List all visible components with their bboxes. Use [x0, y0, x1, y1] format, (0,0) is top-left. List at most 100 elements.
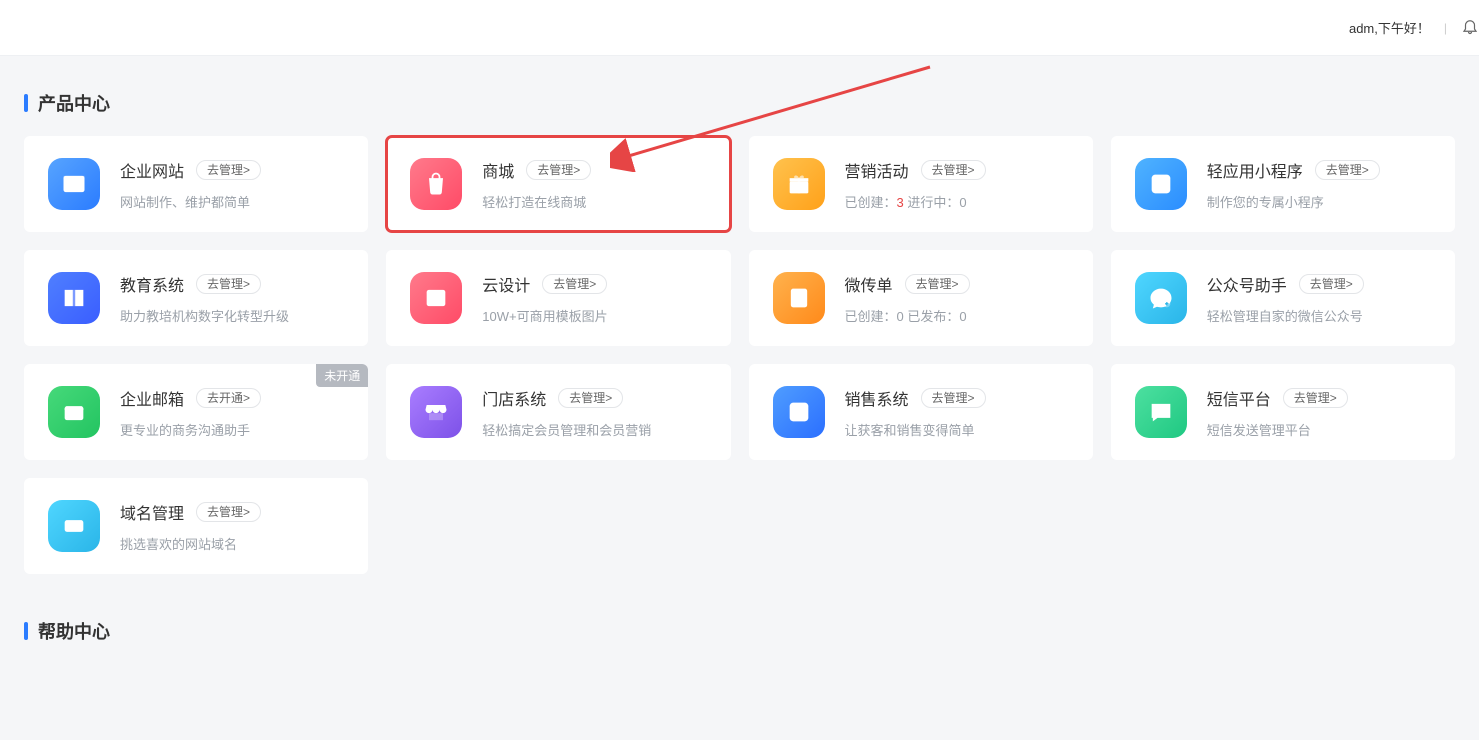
main-content: 产品中心 企业网站 去管理> 网站制作、维护都简单 商城	[0, 56, 1479, 644]
section-title-label: 帮助中心	[38, 618, 110, 644]
card-head: 微传单 去管理>	[845, 272, 1069, 296]
website-icon	[48, 158, 100, 210]
wechat-icon	[1135, 272, 1187, 324]
card-domain-management[interactable]: w.= 域名管理 去管理> 挑选喜欢的网站域名	[24, 478, 368, 574]
card-body: 轻应用小程序 去管理> 制作您的专属小程序	[1207, 158, 1431, 211]
inprogress-label: 进行中：	[904, 195, 960, 210]
card-body: 门店系统 去管理> 轻松搞定会员管理和会员营销	[482, 386, 706, 439]
card-desc: 更专业的商务沟通助手	[120, 420, 344, 439]
card-cloud-design[interactable]: 云设计 去管理> 10W+可商用模板图片	[386, 250, 730, 346]
published-label: 已发布：	[904, 309, 960, 324]
card-title: 教育系统	[120, 272, 184, 296]
card-sms-platform[interactable]: 短信平台 去管理> 短信发送管理平台	[1111, 364, 1455, 460]
card-marketing-activity[interactable]: 营销活动 去管理> 已创建：3 进行中：0	[749, 136, 1093, 232]
domain-icon: w.=	[48, 500, 100, 552]
card-desc: 助力教培机构数字化转型升级	[120, 306, 344, 325]
card-desc: 短信发送管理平台	[1207, 420, 1431, 439]
card-head: 商城 去管理>	[482, 158, 706, 182]
section-title-product-center: 产品中心	[24, 90, 1455, 116]
topbar-right: adm,下午好！ |	[1349, 17, 1479, 38]
card-body: 公众号助手 去管理> 轻松管理自家的微信公众号	[1207, 272, 1431, 325]
card-store-system[interactable]: 门店系统 去管理> 轻松搞定会员管理和会员营销	[386, 364, 730, 460]
card-mall[interactable]: 商城 去管理> 轻松打造在线商城	[386, 136, 730, 232]
card-head: 短信平台 去管理>	[1207, 386, 1431, 410]
created-label: 已创建：	[845, 195, 897, 210]
card-body: 微传单 去管理> 已创建：0 已发布：0	[845, 272, 1069, 325]
card-body: 销售系统 去管理> 让获客和销售变得简单	[845, 386, 1069, 439]
card-title: 营销活动	[845, 158, 909, 182]
bell-icon[interactable]	[1461, 17, 1479, 38]
card-title: 域名管理	[120, 500, 184, 524]
card-desc: 10W+可商用模板图片	[482, 306, 706, 325]
card-body: 营销活动 去管理> 已创建：3 进行中：0	[845, 158, 1069, 211]
card-title: 商城	[482, 158, 514, 182]
card-body: 企业邮箱 去开通> 更专业的商务沟通助手	[120, 386, 344, 439]
card-title: 销售系统	[845, 386, 909, 410]
card-enterprise-website[interactable]: 企业网站 去管理> 网站制作、维护都简单	[24, 136, 368, 232]
manage-button[interactable]: 去管理>	[1299, 274, 1364, 294]
manage-button[interactable]: 去管理>	[526, 160, 591, 180]
card-head: 公众号助手 去管理>	[1207, 272, 1431, 296]
manage-button[interactable]: 去管理>	[196, 274, 261, 294]
manage-button[interactable]: 去管理>	[905, 274, 970, 294]
manage-button[interactable]: 去管理>	[196, 502, 261, 522]
manage-button[interactable]: 去管理>	[921, 388, 986, 408]
card-body: 短信平台 去管理> 短信发送管理平台	[1207, 386, 1431, 439]
list-icon	[773, 386, 825, 438]
created-count: 3	[897, 195, 904, 210]
card-head: 门店系统 去管理>	[482, 386, 706, 410]
manage-button[interactable]: 去管理>	[542, 274, 607, 294]
card-miniapp[interactable]: 轻应用小程序 去管理> 制作您的专属小程序	[1111, 136, 1455, 232]
card-desc: 已创建：0 已发布：0	[845, 306, 1069, 325]
created-label: 已创建：	[845, 309, 897, 324]
card-head: 域名管理 去管理>	[120, 500, 344, 524]
card-title: 公众号助手	[1207, 272, 1287, 296]
manage-button[interactable]: 去管理>	[196, 160, 261, 180]
card-head: 营销活动 去管理>	[845, 158, 1069, 182]
card-head: 企业网站 去管理>	[120, 158, 344, 182]
card-title: 企业网站	[120, 158, 184, 182]
image-icon	[410, 272, 462, 324]
card-head: 轻应用小程序 去管理>	[1207, 158, 1431, 182]
svg-text:w.=: w.=	[67, 524, 79, 531]
card-desc: 轻松管理自家的微信公众号	[1207, 306, 1431, 325]
top-bar: adm,下午好！ |	[0, 0, 1479, 56]
card-education-system[interactable]: 教育系统 去管理> 助力教培机构数字化转型升级	[24, 250, 368, 346]
section-title-label: 产品中心	[38, 90, 110, 116]
manage-button[interactable]: 去管理>	[558, 388, 623, 408]
section-title-help-center: 帮助中心	[24, 618, 1455, 644]
card-wechat-assistant[interactable]: 公众号助手 去管理> 轻松管理自家的微信公众号	[1111, 250, 1455, 346]
card-enterprise-email[interactable]: 未开通 企业邮箱 去开通> 更专业的商务沟通助手	[24, 364, 368, 460]
card-body: 教育系统 去管理> 助力教培机构数字化转型升级	[120, 272, 344, 325]
mail-icon	[48, 386, 100, 438]
card-desc: 挑选喜欢的网站域名	[120, 534, 344, 553]
manage-button[interactable]: 去管理>	[921, 160, 986, 180]
store-icon	[410, 386, 462, 438]
card-title: 企业邮箱	[120, 386, 184, 410]
card-title: 微传单	[845, 272, 893, 296]
open-button[interactable]: 去开通>	[196, 388, 261, 408]
created-count: 0	[897, 309, 904, 324]
card-title: 轻应用小程序	[1207, 158, 1303, 182]
card-desc: 网站制作、维护都简单	[120, 192, 344, 211]
card-desc: 轻松打造在线商城	[482, 192, 706, 211]
card-desc: 已创建：3 进行中：0	[845, 192, 1069, 211]
manage-button[interactable]: 去管理>	[1315, 160, 1380, 180]
product-grid: 企业网站 去管理> 网站制作、维护都简单 商城 去管理> 轻松打造在线商城	[24, 136, 1455, 574]
card-head: 销售系统 去管理>	[845, 386, 1069, 410]
sms-icon	[1135, 386, 1187, 438]
mall-icon	[410, 158, 462, 210]
card-sales-system[interactable]: 销售系统 去管理> 让获客和销售变得简单	[749, 364, 1093, 460]
manage-button[interactable]: 去管理>	[1283, 388, 1348, 408]
greeting-text: adm,下午好！	[1349, 18, 1430, 37]
card-micro-flyer[interactable]: 微传单 去管理> 已创建：0 已发布：0	[749, 250, 1093, 346]
card-body: 商城 去管理> 轻松打造在线商城	[482, 158, 706, 211]
card-desc: 让获客和销售变得简单	[845, 420, 1069, 439]
card-head: 教育系统 去管理>	[120, 272, 344, 296]
card-body: 云设计 去管理> 10W+可商用模板图片	[482, 272, 706, 325]
badge-not-opened: 未开通	[316, 364, 368, 387]
published-count: 0	[959, 309, 966, 324]
card-title: 短信平台	[1207, 386, 1271, 410]
card-desc: 制作您的专属小程序	[1207, 192, 1431, 211]
card-head: 云设计 去管理>	[482, 272, 706, 296]
